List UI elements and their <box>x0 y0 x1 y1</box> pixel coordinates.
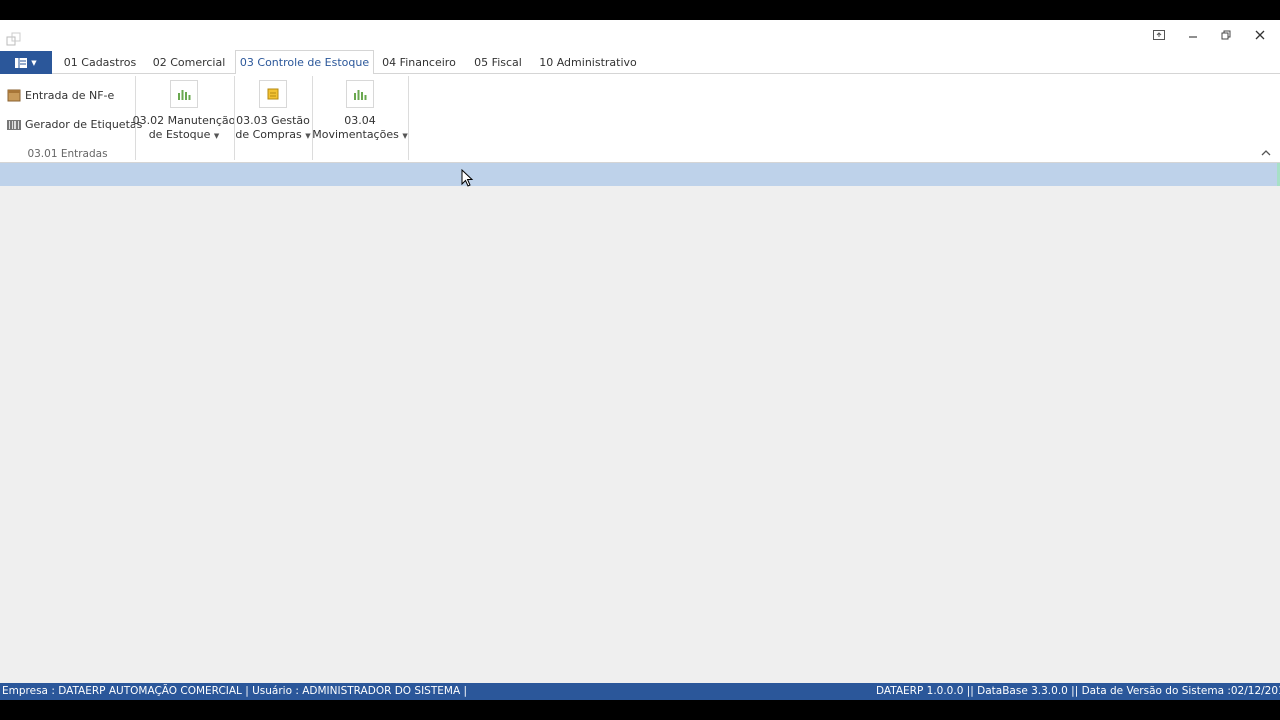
menu-grid-icon <box>15 57 28 68</box>
gerador-etiquetas-button[interactable]: Gerador de Etiquetas <box>7 118 142 131</box>
manutencao-estoque-button[interactable]: 03.02 Manutenção de Estoque ▼ <box>133 80 235 143</box>
gestao-label-line2: de Compras <box>235 128 302 141</box>
document-tab-strip <box>0 163 1280 186</box>
minimize-icon[interactable] <box>1182 26 1204 44</box>
entrada-nfe-label: Entrada de NF-e <box>25 88 115 102</box>
tab-cadastros[interactable]: 01 Cadastros <box>60 50 140 74</box>
movimentacoes-label-line2: Movimentações <box>312 128 399 141</box>
title-bar <box>0 20 1280 50</box>
status-bar: Empresa : DATAERP AUTOMAÇÃO COMERCIAL | … <box>0 683 1280 700</box>
entrada-nfe-button[interactable]: Entrada de NF-e <box>7 88 114 102</box>
chart-icon <box>346 80 374 108</box>
manutencao-label-line1: 03.02 Manutenção <box>132 114 236 127</box>
app-window: ▼ 01 Cadastros 02 Comercial 03 Controle … <box>0 20 1280 700</box>
gestao-label-line1: 03.03 Gestão <box>236 114 310 127</box>
chart-icon <box>170 80 198 108</box>
note-icon <box>259 80 287 108</box>
tab-administrativo[interactable]: 10 Administrativo <box>538 50 638 74</box>
manutencao-label-line2: de Estoque <box>148 128 211 141</box>
dropdown-caret-icon: ▼ <box>402 132 408 140</box>
barcode-icon <box>7 119 21 130</box>
tab-financeiro[interactable]: 04 Financeiro <box>380 50 458 74</box>
pin-ribbon-icon[interactable] <box>1148 26 1170 44</box>
group-separator <box>408 76 409 160</box>
mouse-cursor-icon <box>461 169 474 187</box>
gestao-compras-button[interactable]: 03.03 Gestão de Compras ▼ <box>235 80 311 143</box>
application-menu-button[interactable]: ▼ <box>0 51 52 74</box>
restore-icon[interactable] <box>1215 26 1237 44</box>
status-version-info: DATAERP 1.0.0.0 || DataBase 3.3.0.0 || D… <box>876 685 1280 697</box>
collapse-ribbon-icon[interactable] <box>1261 146 1271 159</box>
group-label-entradas: 03.01 Entradas <box>27 148 108 160</box>
tab-controle-de-estoque[interactable]: 03 Controle de Estoque <box>235 50 374 75</box>
tab-fiscal[interactable]: 05 Fiscal <box>470 50 526 74</box>
gerador-etiquetas-label: Gerador de Etiquetas <box>25 118 143 131</box>
status-company-user: Empresa : DATAERP AUTOMAÇÃO COMERCIAL | … <box>2 685 467 697</box>
workspace-area <box>0 186 1280 683</box>
movimentacoes-button[interactable]: 03.04 Movimentações ▼ <box>312 80 408 143</box>
close-icon[interactable] <box>1249 26 1271 44</box>
app-logo-icon <box>6 31 22 47</box>
ribbon-panel: Entrada de NF-e Gerador de Etiquetas 03.… <box>0 74 1280 163</box>
tab-comercial[interactable]: 02 Comercial <box>148 50 230 74</box>
box-icon <box>7 89 21 102</box>
dropdown-caret-icon: ▼ <box>305 132 311 140</box>
dropdown-caret-icon: ▼ <box>213 132 220 140</box>
movimentacoes-label-line1: 03.04 <box>344 114 376 127</box>
ribbon-tab-bar: ▼ 01 Cadastros 02 Comercial 03 Controle … <box>0 50 1280 75</box>
chevron-down-icon: ▼ <box>31 58 37 67</box>
